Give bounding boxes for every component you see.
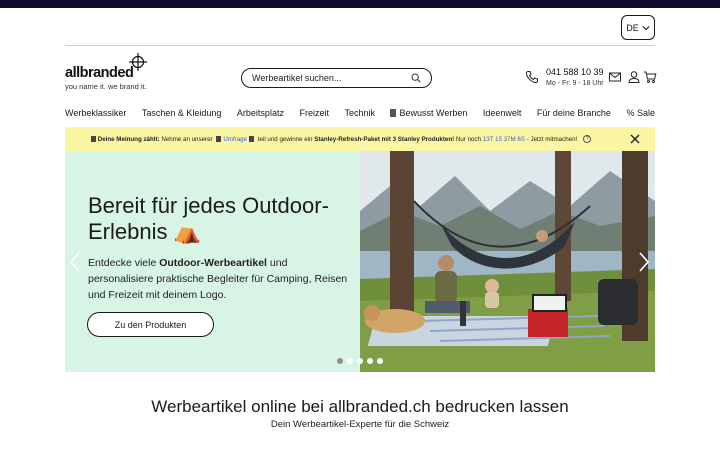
carousel-prev-arrow[interactable] [69, 252, 81, 272]
banner-text-1: Nehme an unserer [161, 135, 213, 143]
speech-icon [90, 136, 96, 142]
phone-number[interactable]: 041 588 10 39 [546, 67, 604, 77]
hero-text-panel: Bereit für jedes Outdoor-Erlebnis ⛺ Entd… [65, 151, 360, 372]
nav-item-taschen-kleidung[interactable]: Taschen & Kleidung [142, 108, 222, 118]
opening-hours: Mo - Fr: 9 - 18 Uhr [546, 80, 604, 87]
banner-text-2: teil und gewinne ein [257, 135, 313, 143]
page-headline: Werbeartikel online bei allbranded.ch be… [151, 397, 569, 416]
hero-description: Entdecke viele Outdoor-Werbeartikel und … [88, 255, 350, 303]
carousel-dot[interactable] [377, 358, 383, 364]
logo-tagline: you name it. we brand it. [65, 82, 147, 91]
hero-cta-button[interactable]: Zu den Produkten [87, 312, 214, 337]
carousel-dot[interactable] [347, 358, 353, 364]
hero-camping-illustration [360, 151, 655, 372]
nav-item-ideenwelt[interactable]: Ideenwelt [483, 108, 522, 118]
survey-banner: Deine Meinung zählt: Nehme an unserer Um… [65, 127, 655, 151]
top-bar [0, 0, 720, 8]
survey-icon-2 [249, 136, 255, 142]
survey-link[interactable]: Umfrage [223, 136, 247, 143]
banner-text-4: - Jetzt mitmachen! [526, 135, 578, 143]
language-selector[interactable]: DE [621, 15, 655, 40]
search-placeholder: Werbeartikel suchen... [252, 73, 342, 83]
phone-icon[interactable] [525, 70, 539, 84]
banner-text-3: Nur noch [455, 135, 482, 143]
carousel-dot[interactable] [367, 358, 373, 364]
carousel-dot[interactable] [357, 358, 363, 364]
main-navigation: Werbeklassiker Taschen & Kleidung Arbeit… [65, 106, 655, 120]
mail-icon[interactable] [608, 70, 622, 84]
logo-wordmark: allbranded [65, 65, 134, 81]
nav-item-sale[interactable]: % Sale [626, 108, 655, 118]
nav-item-branche[interactable]: Für deine Branche [537, 108, 611, 118]
banner-prize: Stanley-Refresh-Paket mit 3 Stanley Prod… [314, 135, 455, 143]
language-value: DE [626, 22, 639, 33]
nav-item-freizeit[interactable]: Freizeit [299, 108, 329, 118]
nav-item-werbeklassiker[interactable]: Werbeklassiker [65, 108, 126, 118]
carousel-dots [337, 358, 383, 364]
help-icon[interactable]: ? [583, 135, 592, 143]
nav-item-technik[interactable]: Technik [344, 108, 375, 118]
header-divider [65, 45, 655, 46]
logo[interactable]: allbranded you name it. we brand it. [65, 53, 155, 93]
carousel-dot[interactable] [337, 358, 343, 364]
nav-item-bewusst-werben-label: Bewusst Werben [399, 108, 468, 118]
page-subheadline: Dein Werbeartikel-Experte für die Schwei… [270, 419, 450, 430]
hero-title: Bereit für jedes Outdoor-Erlebnis ⛺ [88, 193, 329, 244]
hero-desc-prefix: Entdecke viele [88, 257, 160, 269]
search-icon[interactable] [411, 73, 421, 83]
survey-icon [216, 136, 222, 142]
chevron-down-icon [642, 25, 650, 30]
banner-countdown: 13T 15 37M 6S [482, 135, 525, 143]
user-icon[interactable] [627, 70, 641, 84]
carousel-next-arrow[interactable] [638, 252, 650, 272]
nav-item-bewusst-werben[interactable]: Bewusst Werben [390, 108, 467, 118]
leaf-icon [390, 109, 397, 117]
banner-lead: Deine Meinung zählt: [97, 135, 160, 143]
search-input[interactable]: Werbeartikel suchen... [241, 68, 432, 88]
hero-desc-bold: Outdoor-Werbeartikel [159, 257, 267, 269]
close-icon[interactable] [629, 133, 641, 145]
nav-item-arbeitsplatz[interactable]: Arbeitsplatz [237, 108, 284, 118]
hero-image [360, 151, 655, 372]
cart-icon[interactable] [643, 70, 657, 84]
